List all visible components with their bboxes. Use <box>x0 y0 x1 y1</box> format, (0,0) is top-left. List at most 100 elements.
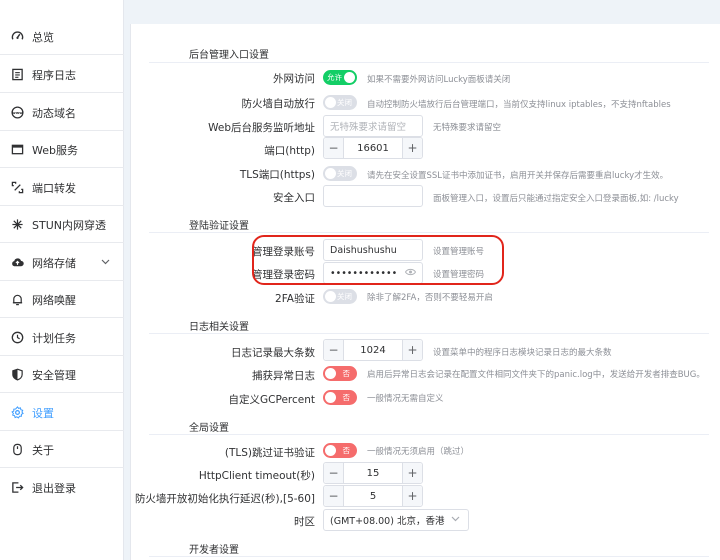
tls-port-label: TLS端口(https) <box>239 169 315 181</box>
svg-text:www: www <box>12 110 23 115</box>
divider <box>0 392 124 393</box>
sidebar-item-label: 网络唤醒 <box>32 293 76 307</box>
gc-percent-hint: 一般情况无需自定义 <box>367 394 444 404</box>
decrement-button[interactable]: − <box>324 340 344 360</box>
sidebar-item-network-storage[interactable]: 网络存储 <box>0 244 124 282</box>
section-title-log: 日志相关设置 <box>189 322 249 333</box>
divider <box>0 317 124 318</box>
sidebar-item-label: 网络存储 <box>32 256 76 270</box>
capture-exception-label: 捕获异常日志 <box>252 370 315 382</box>
listen-addr-input[interactable]: 无特殊要求请留空 <box>323 115 423 137</box>
switch-text: 否 <box>342 369 351 378</box>
external-access-hint: 如果不需要外网访问Lucky面板请关闭 <box>367 75 511 85</box>
bell-icon <box>10 293 24 307</box>
switch-text: 允许 <box>327 73 342 82</box>
sidebar-item-logs[interactable]: 程序日志 <box>0 56 124 94</box>
switch-text: 关闭 <box>337 98 352 107</box>
decrement-button[interactable]: − <box>324 486 344 506</box>
stun-icon <box>10 218 24 232</box>
sidebar-item-label: Web服务 <box>32 143 78 157</box>
sidebar-item-ddns[interactable]: www 动态域名 <box>0 94 124 132</box>
highlight-box <box>252 235 504 285</box>
max-entries-stepper: − 1024 + <box>323 339 423 361</box>
firewall-delay-value[interactable]: 5 <box>344 486 402 506</box>
increment-button[interactable]: + <box>402 138 422 158</box>
sidebar-item-scheduled-tasks[interactable]: 计划任务 <box>0 319 124 357</box>
switch-text: 关闭 <box>337 169 352 178</box>
shield-icon <box>10 368 24 382</box>
port-forward-icon <box>10 181 24 195</box>
switch-knob <box>325 445 336 456</box>
divider <box>149 232 709 233</box>
decrement-button[interactable]: − <box>324 463 344 483</box>
section-title-login-auth: 登陆验证设置 <box>189 221 249 232</box>
decrement-button[interactable]: − <box>324 138 344 158</box>
sidebar-item-label: 安全管理 <box>32 368 76 382</box>
sidebar-item-web-service[interactable]: Web服务 <box>0 131 124 169</box>
max-entries-value[interactable]: 1024 <box>344 340 402 360</box>
port-stepper: − 16601 + <box>323 137 423 159</box>
divider <box>149 434 709 435</box>
twofa-switch[interactable]: 关闭 <box>323 289 357 304</box>
tls-skip-verify-switch[interactable]: 否 <box>323 443 357 458</box>
sidebar-item-label: 退出登录 <box>32 481 76 495</box>
divider <box>0 54 124 55</box>
sidebar-item-label: 设置 <box>32 406 54 420</box>
log-icon <box>10 68 24 82</box>
sidebar-item-port-forward[interactable]: 端口转发 <box>0 169 124 207</box>
max-entries-hint: 设置菜单中的程序日志模块记录日志的最大条数 <box>433 348 612 358</box>
gc-percent-label: 自定义GCPercent <box>228 394 315 406</box>
chevron-down-icon[interactable] <box>101 258 110 268</box>
twofa-label: 2FA验证 <box>275 293 315 305</box>
safe-entry-input[interactable] <box>323 185 423 207</box>
cloud-icon <box>10 256 24 270</box>
twofa-hint: 除非了解2FA，否则不要轻易开启 <box>367 293 493 303</box>
timezone-value: (GMT+08.00) 北京，香港 <box>330 516 445 527</box>
listen-addr-hint: 无特殊要求请留空 <box>433 123 502 133</box>
switch-text: 否 <box>342 446 351 455</box>
capture-exception-switch[interactable]: 否 <box>323 366 357 381</box>
increment-button[interactable]: + <box>402 340 422 360</box>
http-timeout-value[interactable]: 15 <box>344 463 402 483</box>
firewall-delay-label: 防火墙开放初始化执行延迟(秒),[5-60] <box>134 493 315 505</box>
firewall-delay-stepper: − 5 + <box>323 485 423 507</box>
gc-percent-switch[interactable]: 否 <box>323 390 357 405</box>
divider <box>0 467 124 468</box>
sidebar-item-label: 计划任务 <box>32 331 76 345</box>
sidebar-item-settings[interactable]: 设置 <box>0 394 124 432</box>
max-entries-label: 日志记录最大条数 <box>231 347 315 359</box>
www-icon: www <box>10 106 24 120</box>
sidebar-item-label: STUN内网穿透 <box>32 218 106 232</box>
sidebar-item-overview[interactable]: 总览 <box>0 18 124 56</box>
sidebar-item-logout[interactable]: 退出登录 <box>0 469 124 507</box>
settings-panel: 后台管理入口设置 外网访问 允许 如果不需要外网访问Lucky面板请关闭 防火墙… <box>130 24 720 560</box>
logout-icon <box>10 481 24 495</box>
divider <box>0 92 124 93</box>
external-access-switch[interactable]: 允许 <box>323 70 357 85</box>
sidebar-item-security[interactable]: 安全管理 <box>0 356 124 394</box>
timezone-select[interactable]: (GMT+08.00) 北京，香港 <box>323 509 469 531</box>
increment-button[interactable]: + <box>402 486 422 506</box>
sidebar-item-label: 动态域名 <box>32 106 76 120</box>
switch-knob <box>325 168 336 179</box>
port-value[interactable]: 16601 <box>344 138 402 158</box>
tls-port-hint: 请先在安全设置SSL证书中添加证书，启用开关并保存后需要重启lucky才生效。 <box>367 171 669 181</box>
sidebar-item-label: 端口转发 <box>32 181 76 195</box>
firewall-auto-hint: 自动控制防火墙放行后台管理端口，当前仅支持linux iptables，不支持n… <box>367 100 671 110</box>
tls-port-switch[interactable]: 关闭 <box>323 166 357 181</box>
divider <box>0 242 124 243</box>
sidebar-item-wol[interactable]: 网络唤醒 <box>0 281 124 319</box>
dashboard-icon <box>10 30 24 44</box>
divider <box>149 62 709 63</box>
sidebar-item-stun[interactable]: STUN内网穿透 <box>0 206 124 244</box>
switch-knob <box>325 97 336 108</box>
tls-skip-verify-hint: 一般情况无须启用（跳过） <box>367 447 470 457</box>
firewall-auto-label: 防火墙自动放行 <box>241 98 316 110</box>
http-timeout-label: HttpClient timeout(秒) <box>198 470 315 482</box>
section-title-developer: 开发者设置 <box>189 545 239 556</box>
capture-exception-hint: 启用后异常日志会记录在配置文件相同文件夹下的panic.log中，发送给开发者排… <box>367 370 705 380</box>
sidebar-item-about[interactable]: 关于 <box>0 431 124 469</box>
chevron-down-icon <box>451 515 460 524</box>
firewall-auto-switch[interactable]: 关闭 <box>323 95 357 110</box>
increment-button[interactable]: + <box>402 463 422 483</box>
